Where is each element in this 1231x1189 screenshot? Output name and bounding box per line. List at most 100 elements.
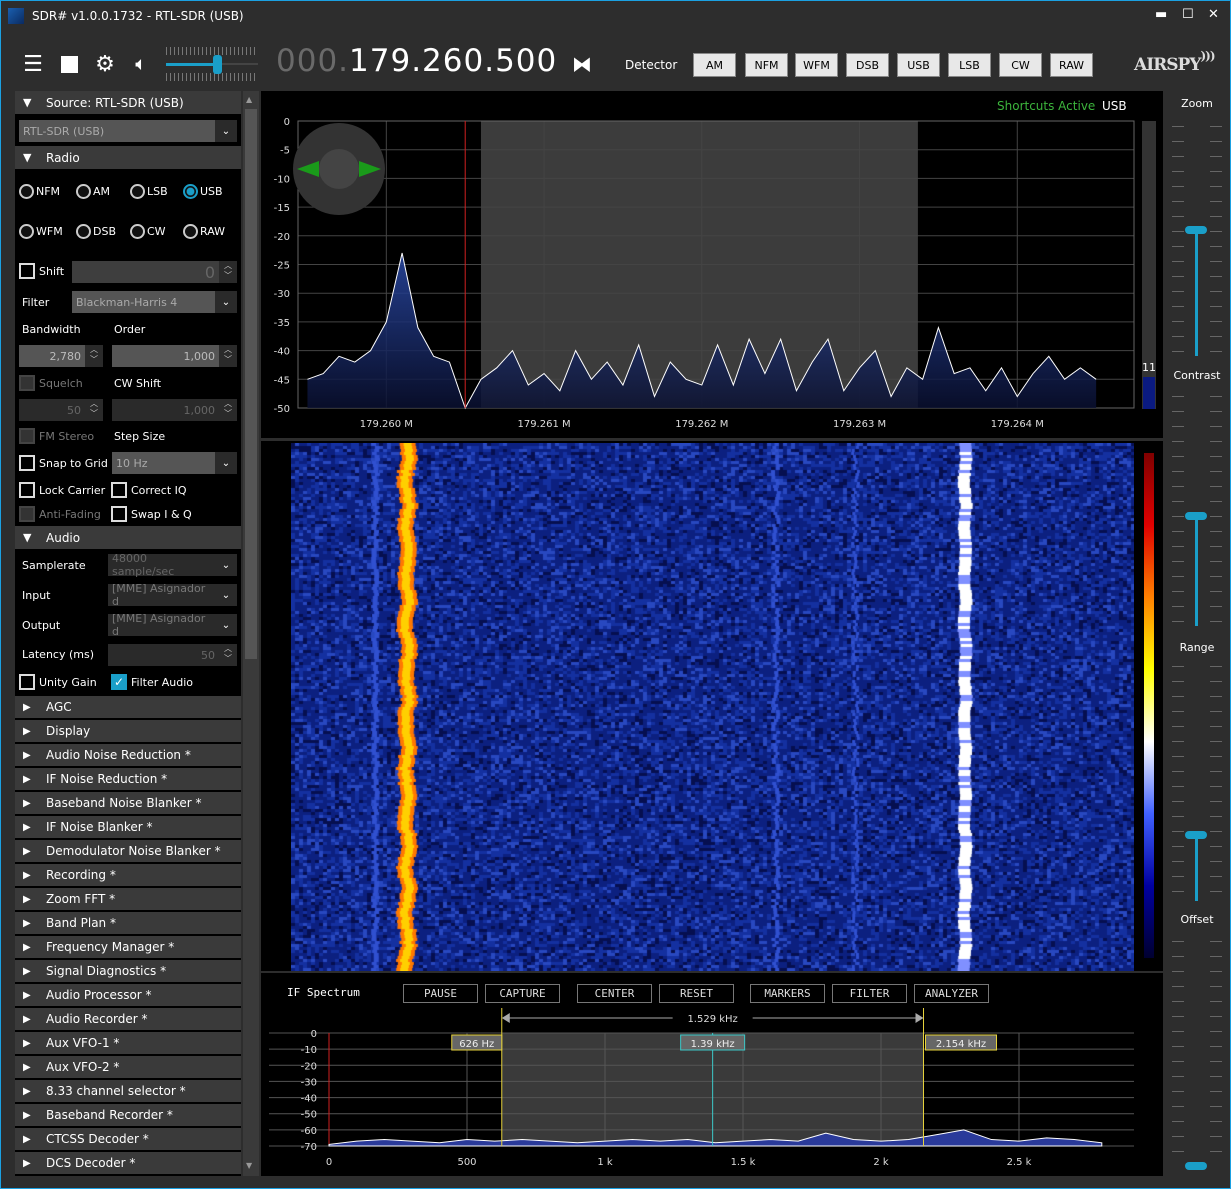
spinner-icon[interactable]: ︿ ﹀ bbox=[85, 345, 103, 367]
slider-thumb-zoom[interactable] bbox=[1185, 225, 1207, 234]
mode-button-am[interactable]: AM bbox=[693, 53, 736, 77]
panel-header[interactable]: ▶ Audio Noise Reduction * bbox=[15, 744, 241, 767]
radio-wfm[interactable]: WFM bbox=[19, 224, 63, 239]
radio-cw[interactable]: CW bbox=[130, 224, 166, 239]
spectrum-chart[interactable]: 0 -5 -10 -15 -20 -25 -30 -35 -40 -45 -50 179.260 M 1… bbox=[261, 91, 1163, 438]
if-spectrum-chart[interactable]: 0 -10 -20 -30 -40 -50 -60 -70 0 500 1 k 1.5 k 2 k 2.5… bbox=[261, 973, 1163, 1176]
minimize-button[interactable]: ▬ bbox=[1155, 7, 1167, 22]
radio-raw[interactable]: RAW bbox=[183, 224, 225, 239]
squelch-input[interactable]: 50 ︿ ﹀ bbox=[19, 399, 103, 421]
slider-track-contrast[interactable] bbox=[1195, 515, 1198, 626]
panel-header[interactable]: ▶ Band Plan * bbox=[15, 912, 241, 935]
fm-stereo-checkbox[interactable]: FM Stereo bbox=[19, 428, 94, 444]
lock-carrier-checkbox[interactable]: Lock Carrier bbox=[19, 482, 105, 498]
spinner-icon[interactable]: ︿ ﹀ bbox=[219, 399, 237, 421]
panel-header[interactable]: ▶ Baseband Recorder * bbox=[15, 1104, 241, 1127]
radio-usb[interactable]: USB bbox=[183, 184, 223, 199]
spinner-icon[interactable]: ︿ ﹀ bbox=[85, 399, 103, 421]
spinner-icon[interactable]: ︿ ﹀ bbox=[219, 644, 237, 666]
volume-slider-thumb[interactable] bbox=[212, 55, 222, 74]
panel-header[interactable]: ▶ IF Noise Blanker * bbox=[15, 816, 241, 839]
audio-output-select[interactable]: [MME] Asignador d ⌄ bbox=[108, 612, 237, 638]
if-analyzer-button[interactable]: ANALYZER bbox=[914, 984, 989, 1003]
if-filter-button[interactable]: FILTER bbox=[832, 984, 907, 1003]
if-capture-button[interactable]: CAPTURE bbox=[485, 984, 560, 1003]
panel-header[interactable]: ▶ Demodulator Noise Blanker * bbox=[15, 840, 241, 863]
panel-header[interactable]: ▶ AGC bbox=[15, 696, 241, 719]
slider-thumb-offset[interactable] bbox=[1185, 1162, 1207, 1170]
anti-fading-checkbox[interactable]: Anti-Fading bbox=[19, 506, 101, 522]
shift-input[interactable]: 0 ︿ ﹀ bbox=[72, 261, 237, 283]
waterfall-panel[interactable] bbox=[261, 441, 1163, 971]
squelch-checkbox[interactable]: Squelch bbox=[19, 375, 83, 391]
maximize-button[interactable]: ☐ bbox=[1182, 7, 1194, 22]
audio-input-select[interactable]: [MME] Asignador d ⌄ bbox=[108, 582, 237, 608]
panel-header[interactable]: ▶ Audio Processor * bbox=[15, 984, 241, 1007]
left-panel-scrollbar[interactable]: ▲ ▼ bbox=[243, 91, 259, 1176]
filter-select[interactable]: Blackman-Harris 4 ⌄ bbox=[72, 291, 237, 313]
filter-audio-checkbox[interactable]: ✓ Filter Audio bbox=[111, 674, 193, 690]
spectrum-panel[interactable]: Shortcuts Active USB 0 -5 -10 -15 -20 -25 -30-… bbox=[261, 91, 1163, 438]
cw-shift-input[interactable]: 1,000 ︿ ﹀ bbox=[112, 399, 237, 421]
if-center-button[interactable]: CENTER bbox=[577, 984, 652, 1003]
source-device-select[interactable]: RTL-SDR (USB) ⌄ bbox=[19, 120, 237, 142]
audio-section-header[interactable]: ▼ Audio bbox=[15, 526, 241, 549]
if-reset-button[interactable]: RESET bbox=[659, 984, 734, 1003]
mode-button-nfm[interactable]: NFM bbox=[745, 53, 788, 77]
slider-thumb-range[interactable] bbox=[1185, 831, 1207, 840]
if-pause-button[interactable]: PAUSE bbox=[403, 984, 478, 1003]
mode-button-raw[interactable]: RAW bbox=[1050, 53, 1093, 77]
correct-iq-checkbox[interactable]: Correct IQ bbox=[111, 482, 187, 498]
mode-button-usb[interactable]: USB bbox=[897, 53, 940, 77]
scrollbar-thumb[interactable] bbox=[245, 109, 257, 659]
volume-slider[interactable] bbox=[166, 45, 258, 83]
shift-checkbox[interactable]: Shift bbox=[19, 263, 64, 279]
step-size-select[interactable]: 10 Hz ⌄ bbox=[112, 452, 237, 474]
radio-section-header[interactable]: ▼ Radio bbox=[15, 146, 241, 169]
radio-am[interactable]: AM bbox=[76, 184, 110, 199]
mode-button-dsb[interactable]: DSB bbox=[846, 53, 889, 77]
latency-input[interactable]: 50 ︿ ﹀ bbox=[108, 644, 237, 666]
panel-header[interactable]: ▶ 8.33 channel selector * bbox=[15, 1080, 241, 1103]
swap-icon[interactable]: ⧓ bbox=[567, 49, 597, 79]
unity-gain-checkbox[interactable]: Unity Gain bbox=[19, 674, 97, 690]
panel-header[interactable]: ▶ Display bbox=[15, 720, 241, 743]
panel-header[interactable]: ▶ Recording * bbox=[15, 864, 241, 887]
panel-header[interactable]: ▶ CTCSS Decoder * bbox=[15, 1128, 241, 1151]
panel-header[interactable]: ▶ Aux VFO-1 * bbox=[15, 1032, 241, 1055]
radio-nfm[interactable]: NFM bbox=[19, 184, 60, 199]
radio-dsb[interactable]: DSB bbox=[76, 224, 116, 239]
slider-track-range[interactable] bbox=[1195, 835, 1198, 901]
spinner-icon[interactable]: ︿ ﹀ bbox=[219, 345, 237, 367]
frequency-display[interactable]: 000.179.260.500 bbox=[276, 43, 557, 79]
slider-track-zoom[interactable] bbox=[1195, 229, 1198, 356]
stop-icon[interactable] bbox=[54, 49, 84, 79]
panel-header[interactable]: ▶ DCS Decoder * bbox=[15, 1152, 241, 1175]
panel-header[interactable]: ▶ Signal Diagnostics * bbox=[15, 960, 241, 983]
hamburger-icon[interactable]: ☰ bbox=[18, 49, 48, 79]
radio-lsb[interactable]: LSB bbox=[130, 184, 168, 199]
panel-header[interactable]: ▶ Aux VFO-2 * bbox=[15, 1056, 241, 1079]
close-button[interactable]: ✕ bbox=[1208, 7, 1219, 22]
source-section-header[interactable]: ▼ Source: RTL-SDR (USB) bbox=[15, 91, 241, 114]
snap-to-grid-checkbox[interactable]: Snap to Grid bbox=[19, 455, 108, 471]
spinner-icon[interactable]: ︿ ﹀ bbox=[219, 261, 237, 283]
panel-header[interactable]: ▶ IF Noise Reduction * bbox=[15, 768, 241, 791]
order-input[interactable]: 1,000 ︿ ﹀ bbox=[112, 345, 237, 367]
bandwidth-input[interactable]: 2,780 ︿ ﹀ bbox=[19, 345, 103, 367]
panel-header[interactable]: ▶ Frequency Manager * bbox=[15, 936, 241, 959]
panel-header[interactable]: ▶ Baseband Noise Blanker * bbox=[15, 792, 241, 815]
mode-button-lsb[interactable]: LSB bbox=[948, 53, 991, 77]
swap-iq-checkbox[interactable]: Swap I & Q bbox=[111, 506, 192, 522]
mode-button-wfm[interactable]: WFM bbox=[795, 53, 838, 77]
mode-button-cw[interactable]: CW bbox=[999, 53, 1042, 77]
panel-header[interactable]: ▶ Audio Recorder * bbox=[15, 1008, 241, 1031]
panel-header[interactable]: ▶ Zoom FFT * bbox=[15, 888, 241, 911]
speaker-icon[interactable]: 🔈︎ bbox=[126, 49, 156, 79]
slider-thumb-contrast[interactable] bbox=[1185, 511, 1207, 520]
if-markers-button[interactable]: MARKERS bbox=[750, 984, 825, 1003]
gear-icon[interactable]: ⚙ bbox=[90, 49, 120, 79]
waterfall-display[interactable] bbox=[291, 443, 1134, 971]
samplerate-select[interactable]: 48000 sample/sec ⌄ bbox=[108, 552, 237, 578]
tuning-knob[interactable] bbox=[293, 123, 385, 215]
